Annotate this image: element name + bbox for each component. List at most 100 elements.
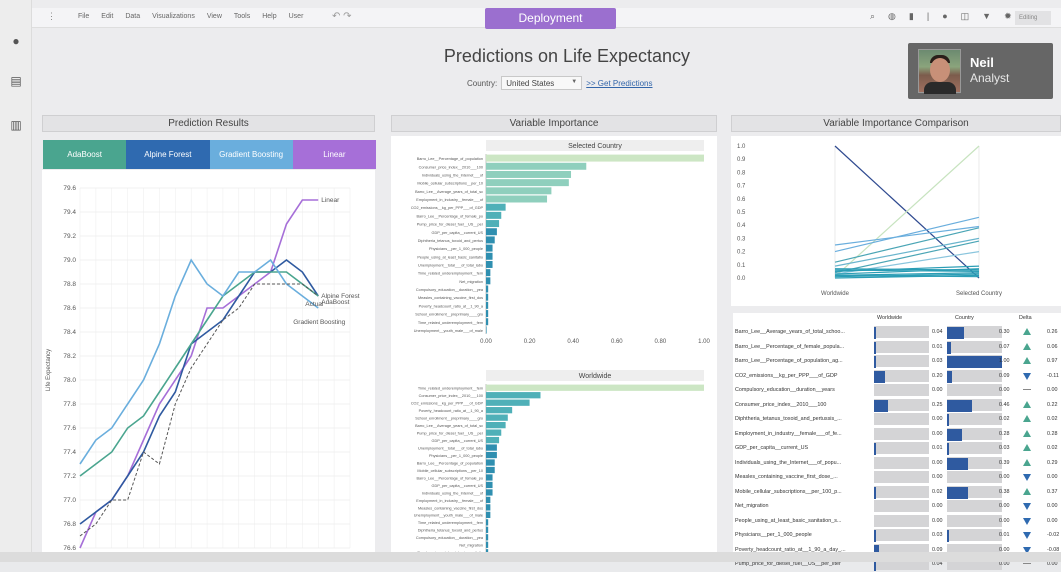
delta-value: 0.00 bbox=[1047, 474, 1058, 480]
series-line-gradient-boosting bbox=[79, 258, 319, 465]
bar bbox=[486, 318, 489, 326]
bar-category-label: School_enrollment__preprimary____gro bbox=[415, 313, 483, 317]
delta-value: 0.06 bbox=[1047, 343, 1058, 350]
y-tick-label: 0.2 bbox=[737, 250, 746, 256]
filter-icon[interactable]: ▼ bbox=[982, 11, 991, 22]
y-axis-label: Life Expectancy bbox=[46, 349, 52, 391]
worldwide-value: 0.03 bbox=[932, 532, 943, 538]
globe-icon[interactable]: ◍ bbox=[888, 11, 896, 22]
menu-item-data[interactable]: Data bbox=[125, 13, 140, 20]
editing-dropdown[interactable]: Editing bbox=[1015, 11, 1051, 25]
country-value: 0.00 bbox=[999, 503, 1010, 509]
bar-category-label: Time_related_underemployment__fem bbox=[418, 272, 483, 276]
delta-neutral-icon bbox=[1023, 389, 1031, 390]
app-window: ● ▤ ▥ ⋮ File Edit Data Visualizations View To… bbox=[0, 0, 1061, 571]
worldwide-bar bbox=[874, 443, 876, 455]
country-bar-track bbox=[947, 500, 1002, 512]
tab-adaboost[interactable]: AdaBoost bbox=[43, 140, 127, 169]
country-value: 1.00 bbox=[999, 358, 1010, 364]
user-role: Analyst bbox=[970, 71, 1010, 85]
pin-icon[interactable]: ▮ bbox=[909, 11, 914, 22]
bar bbox=[486, 541, 489, 548]
more-icon[interactable]: ⋮ bbox=[47, 11, 56, 22]
worldwide-value: 0.00 bbox=[932, 387, 943, 393]
horizontal-scrollbar[interactable] bbox=[0, 552, 1061, 562]
country-bar-track bbox=[947, 427, 1002, 441]
bar-category-label: Barro_Lee__Percentage_of_female_po bbox=[417, 214, 484, 218]
bar-category-label: Measles_containing_vaccine_first_dos bbox=[418, 296, 483, 300]
y-tick-label: 0.3 bbox=[737, 236, 746, 242]
tab-gradient-boosting[interactable]: Gradient Boosting bbox=[209, 140, 293, 169]
add-icon[interactable]: ● bbox=[9, 34, 23, 48]
bar bbox=[486, 504, 491, 511]
series-label: Gradient Boosting bbox=[293, 319, 345, 326]
country-bar bbox=[947, 530, 949, 542]
bar bbox=[486, 466, 495, 474]
menu-item-view[interactable]: View bbox=[207, 13, 222, 20]
bar-chart-icon[interactable]: ▥ bbox=[9, 118, 23, 132]
y-tick-label: 77.0 bbox=[63, 497, 76, 504]
country-bar bbox=[947, 356, 1002, 368]
country-value: 0.07 bbox=[999, 343, 1010, 350]
bar bbox=[486, 407, 513, 414]
country-value: 0.30 bbox=[999, 329, 1010, 335]
worldwide-bar bbox=[874, 341, 876, 354]
bar bbox=[486, 211, 502, 219]
worldwide-bar bbox=[874, 327, 877, 339]
worldwide-value: 0.02 bbox=[932, 488, 943, 495]
bar-category-label: Unemployment__youth_male___of_male bbox=[414, 514, 483, 518]
col-header-country: Country bbox=[955, 315, 974, 321]
table-row: CO2_emissions__kg_per_PPP___of_GDP 0.20 0.… bbox=[733, 369, 1061, 384]
bar bbox=[486, 220, 500, 228]
bar-category-label: Consumer_price_index__2010___100 bbox=[419, 165, 483, 169]
bar-category-label: People_using_at_least_basic_sanitatio bbox=[417, 255, 483, 259]
row-variable-name: GDP_per_capita__current_US bbox=[735, 445, 809, 451]
bar bbox=[486, 269, 491, 277]
bar bbox=[486, 421, 506, 429]
tab-alpine-forest[interactable]: Alpine Forest bbox=[126, 140, 210, 169]
menu-item-tools[interactable]: Tools bbox=[234, 13, 250, 20]
y-tick-label: 78.0 bbox=[63, 377, 76, 384]
settings-icon[interactable]: ✹ bbox=[1004, 11, 1012, 22]
undo-icon[interactable]: ↶ ↷ bbox=[332, 11, 352, 22]
deployment-tab[interactable]: Deployment bbox=[485, 8, 616, 29]
delta-value: 0.37 bbox=[1047, 488, 1058, 495]
menu-item-edit[interactable]: Edit bbox=[101, 13, 113, 20]
page-title: Predictions on Life Expectancy bbox=[443, 46, 691, 66]
country-value: 0.01 bbox=[999, 532, 1010, 538]
bar bbox=[486, 154, 704, 162]
search-icon[interactable]: ⌕ bbox=[870, 11, 875, 22]
worldwide-value: 0.04 bbox=[932, 329, 943, 335]
get-predictions-link[interactable]: >> Get Predictions bbox=[586, 79, 652, 88]
tab-linear[interactable]: Linear bbox=[292, 140, 376, 169]
menu-item-visualizations[interactable]: Visualizations bbox=[152, 13, 195, 20]
subchart-title: Worldwide bbox=[579, 373, 612, 380]
bar-category-label: Compulsory_education__duration__yea bbox=[416, 536, 484, 540]
bar-category-label: Barro_Lee__Percentage_of_female_po bbox=[417, 476, 484, 480]
x-tick-label: 0.60 bbox=[611, 339, 623, 345]
comment-icon[interactable]: ● bbox=[942, 11, 947, 22]
col-header-delta: Delta bbox=[1019, 315, 1032, 321]
country-value: 0.00 bbox=[999, 387, 1010, 393]
prediction-results-title: Prediction Results bbox=[42, 115, 375, 132]
delta-down-icon bbox=[1023, 532, 1031, 539]
worldwide-bar bbox=[874, 530, 876, 542]
worldwide-bar-track bbox=[874, 369, 929, 383]
menu-item-help[interactable]: Help bbox=[262, 13, 276, 20]
database-icon[interactable]: ▤ bbox=[9, 74, 23, 88]
bar-category-label: GDP_per_capita__current_US bbox=[432, 439, 484, 443]
delta-value: 0.28 bbox=[1047, 430, 1058, 437]
menu-item-file[interactable]: File bbox=[78, 13, 89, 20]
table-row: People_using_at_least_basic_sanitation_s… bbox=[733, 514, 1061, 529]
bookmark-icon[interactable]: ◫ bbox=[961, 11, 970, 22]
y-tick-label: 0.9 bbox=[737, 157, 746, 163]
delta-value: 0.22 bbox=[1047, 401, 1058, 408]
delta-value: 0.29 bbox=[1047, 459, 1058, 466]
row-variable-name: Net_migration bbox=[735, 503, 769, 509]
row-variable-name: Employment_in_industry__female___of_fe..… bbox=[735, 430, 842, 437]
row-variable-name: Consumer_price_index__2010___100 bbox=[735, 401, 827, 408]
country-select[interactable]: United States ▼ bbox=[501, 76, 583, 90]
series-line-adaboost bbox=[79, 271, 319, 477]
menu-item-user[interactable]: User bbox=[289, 13, 304, 20]
user-card[interactable]: Neil Analyst bbox=[908, 43, 1053, 99]
